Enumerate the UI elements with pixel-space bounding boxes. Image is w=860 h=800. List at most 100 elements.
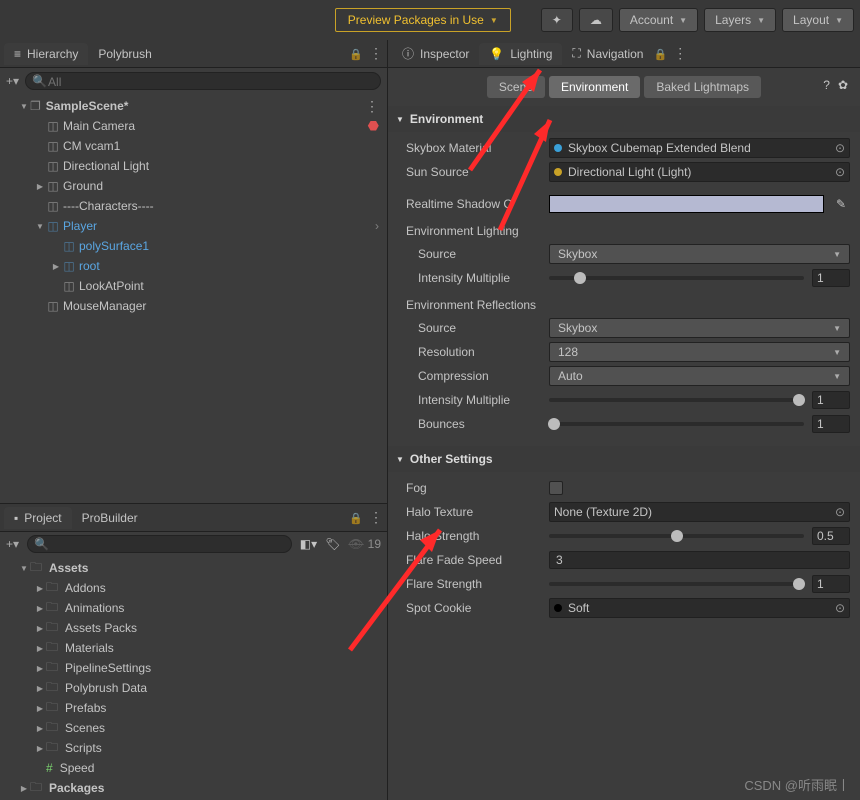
account-dropdown[interactable]: Account ▼	[619, 8, 698, 32]
shadow-color-field[interactable]	[549, 195, 824, 213]
kebab-icon[interactable]	[365, 98, 379, 115]
foldout-icon[interactable]: ▼	[396, 115, 404, 124]
help-icon[interactable]: ?	[823, 78, 830, 92]
kebab-icon[interactable]	[369, 509, 383, 526]
sun-source-field[interactable]: Directional Light (Light)⊙	[549, 162, 850, 182]
foldout-icon[interactable]: ▼	[34, 222, 46, 231]
object-picker-icon[interactable]: ⊙	[835, 601, 845, 615]
foldout-icon[interactable]: ▶	[50, 262, 62, 271]
resolution-dropdown[interactable]: 128▼	[549, 342, 850, 362]
gizmo-button[interactable]: ✦	[541, 8, 573, 32]
foldout-icon[interactable]: ▼	[18, 102, 30, 111]
intensity-value[interactable]: 1	[812, 269, 850, 287]
item-label: ----Characters----	[63, 199, 154, 213]
folder-item[interactable]: ▶🗀Addons	[0, 578, 387, 598]
section-environment[interactable]: ▼Environment	[388, 106, 860, 132]
tab-polybrush[interactable]: Polybrush	[88, 43, 161, 65]
hierarchy-item[interactable]: ◫MouseManager	[0, 296, 387, 316]
hierarchy-item[interactable]: ◫----Characters----	[0, 196, 387, 216]
hierarchy-item[interactable]: ▶◫Ground	[0, 176, 387, 196]
open-prefab-icon[interactable]: ›	[375, 219, 379, 233]
hierarchy-item[interactable]: ◫Directional Light	[0, 156, 387, 176]
spot-cookie-field[interactable]: Soft⊙	[549, 598, 850, 618]
halo-texture-field[interactable]: None (Texture 2D)⊙	[549, 502, 850, 522]
tab-project[interactable]: ▪ Project	[4, 507, 72, 529]
lock-icon[interactable]	[349, 511, 363, 525]
hierarchy-item[interactable]: ◫CM vcam1	[0, 136, 387, 156]
preview-packages-button[interactable]: Preview Packages in Use ▼	[335, 8, 511, 32]
flare-strength-value[interactable]: 1	[812, 575, 850, 593]
plus-icon[interactable]: +▾	[6, 74, 19, 88]
folder-label: PipelineSettings	[65, 661, 151, 675]
hierarchy-item[interactable]: ◫LookAtPoint	[0, 276, 387, 296]
refl-intensity-value[interactable]: 1	[812, 391, 850, 409]
foldout-icon[interactable]: ▼	[396, 455, 404, 464]
watermark: CSDN @听雨眠丨	[744, 775, 850, 794]
project-search-input[interactable]: 🔍	[27, 535, 292, 553]
flare-strength-slider[interactable]	[549, 582, 804, 586]
subtab-environment[interactable]: Environment	[549, 76, 640, 98]
tab-hierarchy[interactable]: ≡ Hierarchy	[4, 43, 88, 65]
hierarchy-item-player[interactable]: ▼◫Player›	[0, 216, 387, 236]
tab-navigation[interactable]: ⛶Navigation	[562, 42, 653, 65]
foldout-icon[interactable]: ▶	[34, 182, 46, 191]
folder-assets[interactable]: ▼🗀Assets	[0, 558, 387, 578]
skybox-material-field[interactable]: Skybox Cubemap Extended Blend⊙	[549, 138, 850, 158]
layout-dropdown[interactable]: Layout ▼	[782, 8, 854, 32]
folder-item[interactable]: ▶🗀Prefabs	[0, 698, 387, 718]
scriptable-icon: #	[46, 761, 53, 775]
folder-item[interactable]: ▶🗀Scenes	[0, 718, 387, 738]
scene-row[interactable]: ▼ ❐ SampleScene*	[0, 96, 387, 116]
folder-item[interactable]: ▶🗀PipelineSettings	[0, 658, 387, 678]
folder-label: Animations	[65, 601, 124, 615]
kebab-icon[interactable]	[673, 45, 687, 62]
settings-icon[interactable]: ✿	[838, 78, 848, 92]
label-icon[interactable]: 🏷	[325, 537, 340, 551]
object-picker-icon[interactable]: ⊙	[835, 141, 845, 155]
folder-item[interactable]: ▶🗀Assets Packs	[0, 618, 387, 638]
filter-icon[interactable]: ◧▾	[300, 537, 317, 551]
hierarchy-search-input[interactable]: 🔍 All	[25, 72, 381, 90]
tab-inspector[interactable]: ⓘInspector	[392, 41, 479, 66]
section-other-settings[interactable]: ▼Other Settings	[388, 446, 860, 472]
object-picker-icon[interactable]: ⊙	[835, 505, 845, 519]
foldout-icon[interactable]: ▼	[18, 564, 30, 573]
hierarchy-item[interactable]: ◫Main Camera⬣	[0, 116, 387, 136]
asset-item-speed[interactable]: #Speed	[0, 758, 387, 778]
refl-source-dropdown[interactable]: Skybox▼	[549, 318, 850, 338]
chevron-down-icon: ▼	[757, 16, 765, 25]
compression-dropdown[interactable]: Auto▼	[549, 366, 850, 386]
folder-item[interactable]: ▶🗀Materials	[0, 638, 387, 658]
cloud-button[interactable]: ☁	[579, 8, 613, 32]
tab-probuilder[interactable]: ProBuilder	[72, 507, 148, 529]
account-label: Account	[630, 13, 673, 27]
kebab-icon[interactable]	[369, 45, 383, 62]
hierarchy-item[interactable]: ▶◫root	[0, 256, 387, 276]
bounces-slider[interactable]	[549, 422, 804, 426]
fog-checkbox[interactable]	[549, 481, 563, 495]
folder-label: Materials	[65, 641, 114, 655]
layers-dropdown[interactable]: Layers ▼	[704, 8, 776, 32]
folder-item[interactable]: ▶🗀Polybrush Data	[0, 678, 387, 698]
folder-item[interactable]: ▶🗀Animations	[0, 598, 387, 618]
object-picker-icon[interactable]: ⊙	[835, 165, 845, 179]
folder-packages[interactable]: ▶🗀Packages	[0, 778, 387, 798]
lock-icon[interactable]	[349, 47, 363, 61]
folder-label: Packages	[49, 781, 104, 795]
folder-item[interactable]: ▶🗀Scripts	[0, 738, 387, 758]
refl-intensity-slider[interactable]	[549, 398, 804, 402]
subtab-baked[interactable]: Baked Lightmaps	[644, 76, 761, 98]
bounces-value[interactable]: 1	[812, 415, 850, 433]
eyedropper-icon[interactable]: ✎	[832, 197, 850, 211]
plus-icon[interactable]: +▾	[6, 537, 19, 551]
flare-fade-field[interactable]: 3	[549, 551, 850, 569]
subtab-scene[interactable]: Scene	[487, 76, 545, 98]
hierarchy-item[interactable]: ◫polySurface1	[0, 236, 387, 256]
prefab-icon: ◫	[62, 239, 76, 253]
halo-strength-slider[interactable]	[549, 534, 804, 538]
intensity-slider[interactable]	[549, 276, 804, 280]
tab-lighting[interactable]: 💡Lighting	[479, 43, 562, 65]
lighting-source-dropdown[interactable]: Skybox▼	[549, 244, 850, 264]
lock-icon[interactable]	[653, 47, 667, 61]
halo-strength-value[interactable]: 0.5	[812, 527, 850, 545]
